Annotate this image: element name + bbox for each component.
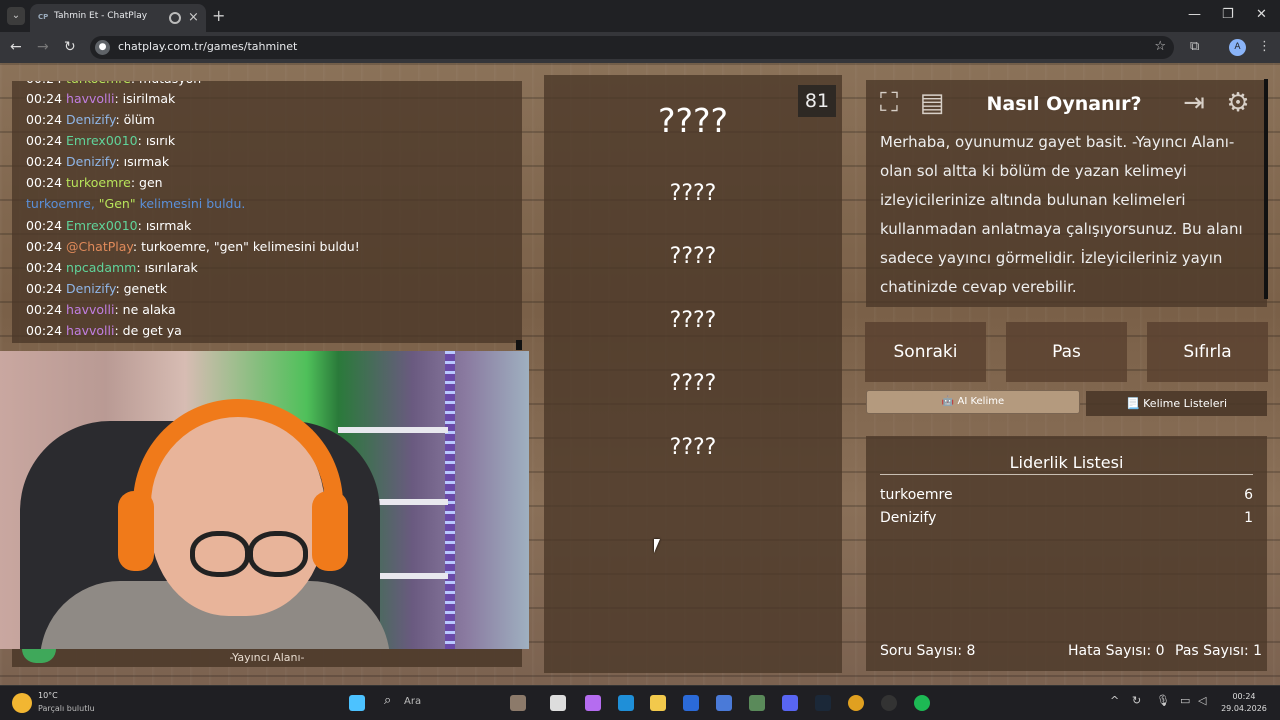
photos-icon[interactable] [749, 695, 765, 711]
next-button[interactable]: Sonraki [865, 322, 986, 382]
weather-desc[interactable]: Parçalı bulutlu [38, 704, 95, 713]
forbidden-word: ???? [669, 244, 717, 269]
howto-text: Merhaba, oyunumuz gayet basit. -Yayıncı … [880, 133, 1243, 296]
webcam-feed [0, 351, 529, 649]
windows-taskbar: 10°C Parçalı bulutlu ⌕ Ara ^ ↻ 🎙 ▭ ◁ 00:… [0, 685, 1280, 720]
network-icon[interactable]: ▭ [1180, 694, 1190, 707]
headset-ear [312, 491, 348, 571]
leaderboard-score: 6 [1244, 487, 1253, 503]
error-count: Hata Sayısı: 0 [1068, 643, 1165, 659]
chat-line: 00:24 Denizify: ölüm [26, 112, 155, 127]
chat-line: 00:24 havvolli: ne alaka [26, 302, 176, 317]
weather-temp[interactable]: 10°C [38, 691, 58, 700]
close-tab-icon[interactable]: × [188, 10, 199, 25]
forbidden-word: ???? [669, 181, 717, 206]
mouse-cursor [654, 539, 660, 553]
shelf [338, 427, 448, 433]
edge-icon[interactable] [618, 695, 634, 711]
settings-gear-icon[interactable]: ⚙ [1221, 86, 1255, 120]
store-icon[interactable] [683, 695, 699, 711]
chat-line: 00:24 Denizify: ısırmak [26, 154, 170, 169]
chat-system-line: turkoemre, "Gen" kelimesini buldu. [26, 196, 246, 211]
glasses [190, 531, 250, 577]
browser-toolbar: ← → ↻ ● chatplay.com.tr/games/tahminet ☆… [0, 32, 1280, 63]
sync-icon[interactable]: ↻ [1132, 694, 1141, 707]
leaderboard-title: Liderlik Listesi [1009, 453, 1124, 472]
word-lists-button[interactable]: 📃 Kelime Listeleri [1086, 391, 1267, 416]
task-view-icon[interactable] [550, 695, 566, 711]
browser-tabbar: ⌄ CP Tahmin Et - ChatPlay × + — ❐ ✕ [0, 0, 1280, 32]
tab-search-menu-icon[interactable]: ⌄ [7, 7, 25, 25]
tab-favicon: CP [38, 13, 49, 21]
forbidden-word: ???? [669, 308, 717, 333]
browser-tab[interactable]: CP Tahmin Et - ChatPlay × [30, 4, 206, 32]
widget-icon[interactable] [510, 695, 526, 711]
chat-line: 00:24 havvolli: de get ya [26, 323, 182, 338]
clock[interactable]: 00:24 29.04.2026 [1220, 691, 1268, 715]
main-word: ???? [657, 101, 729, 140]
reload-icon[interactable]: ↻ [64, 39, 76, 55]
profile-avatar[interactable]: A [1229, 39, 1246, 56]
url-text[interactable]: chatplay.com.tr/games/tahminet [118, 40, 297, 53]
chat-line: 00:24 Denizify: genetk [26, 281, 167, 296]
howto-scrollbar[interactable] [1264, 79, 1268, 299]
chat-panel: 00:24 turkoemre: mutasyon 00:24 havvolli… [12, 81, 522, 343]
question-count: Soru Sayısı: 8 [880, 643, 976, 659]
new-tab-icon[interactable]: + [212, 6, 225, 25]
minimize-icon[interactable]: — [1188, 7, 1201, 22]
obs-icon[interactable] [881, 695, 897, 711]
exit-icon[interactable]: ⇥ [1177, 86, 1211, 120]
extensions-icon[interactable]: ⧉ [1190, 39, 1199, 54]
pass-button[interactable]: Pas [1006, 322, 1127, 382]
audio-playing-icon[interactable] [169, 12, 181, 24]
chat-line: 00:24 turkoemre: mutasyon [26, 81, 201, 86]
weather-icon[interactable] [12, 693, 32, 713]
steam-icon[interactable] [815, 695, 831, 711]
back-icon[interactable]: ← [10, 39, 22, 55]
leaderboard-score: 1 [1244, 510, 1253, 526]
more-icon[interactable]: ⋮ [1258, 39, 1271, 54]
chrome-icon[interactable] [848, 695, 864, 711]
search-placeholder: Ara [404, 696, 422, 707]
headset-ear [118, 491, 154, 571]
chat-line: 00:24 turkoemre: gen [26, 175, 163, 190]
divider [880, 474, 1253, 475]
ai-word-button[interactable]: 🤖 AI Kelime [866, 390, 1080, 414]
clock-time: 00:24 [1232, 692, 1256, 701]
forbidden-word: ???? [669, 371, 717, 396]
file-explorer-icon[interactable] [650, 695, 666, 711]
forward-icon[interactable]: → [37, 39, 49, 55]
microphone-icon[interactable]: 🎙 [1156, 694, 1170, 707]
search-icon: ⌕ [384, 693, 392, 708]
leaderboard-name: turkoemre [880, 487, 953, 503]
bookmark-star-icon[interactable]: ☆ [1154, 39, 1166, 54]
chat-line: 00:24 Emrex0010: ısırık [26, 133, 176, 148]
tab-title: Tahmin Et - ChatPlay [54, 11, 148, 21]
window-close-icon[interactable]: ✕ [1256, 7, 1267, 22]
spotify-icon[interactable] [914, 695, 930, 711]
pass-count: Pas Sayısı: 1 [1175, 643, 1263, 659]
restore-icon[interactable]: ❐ [1222, 7, 1234, 22]
chat-scrollbar[interactable] [516, 340, 522, 350]
site-info-icon[interactable]: ● [95, 40, 110, 55]
chat-line: 00:24 havvolli: isirilmak [26, 91, 176, 106]
copilot-icon[interactable] [585, 695, 601, 711]
chat-line: 00:24 @ChatPlay: turkoemre, "gen" kelime… [26, 239, 360, 254]
taskbar-search[interactable]: ⌕ Ara [380, 693, 500, 713]
leaderboard-name: Denizify [880, 510, 937, 526]
address-bar[interactable]: ● chatplay.com.tr/games/tahminet ☆ [90, 36, 1174, 59]
chat-line: 00:24 Emrex0010: ısırmak [26, 218, 192, 233]
start-icon[interactable] [349, 695, 365, 711]
reset-button[interactable]: Sıfırla [1147, 322, 1268, 382]
tray-overflow-icon[interactable]: ^ [1110, 694, 1119, 707]
clock-date: 29.04.2026 [1221, 704, 1267, 713]
streamer-area-label: -Yayıncı Alanı- [12, 649, 522, 667]
chat-line: 00:24 npcadamm: ısırılarak [26, 260, 198, 275]
glasses [248, 531, 308, 577]
forbidden-word: ???? [669, 435, 717, 460]
volume-icon[interactable]: ◁ [1198, 694, 1206, 707]
discord-icon[interactable] [782, 695, 798, 711]
outlook-icon[interactable] [716, 695, 732, 711]
